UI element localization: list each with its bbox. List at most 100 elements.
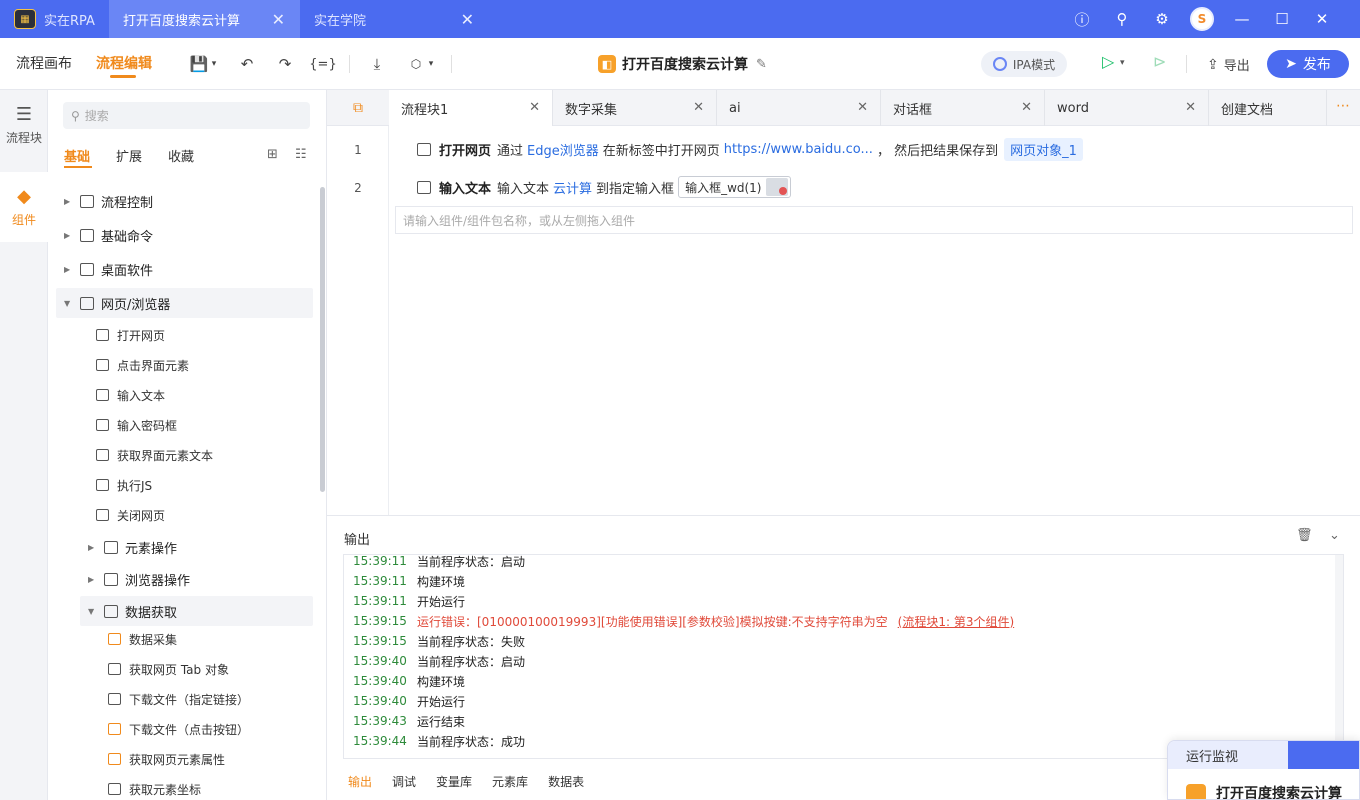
leaf-input-password[interactable]: 输入密码框 [96, 410, 316, 440]
leaf-get-element-coords[interactable]: 获取元素坐标 [108, 774, 328, 800]
download-icon[interactable]: ⤓ [366, 54, 388, 74]
publish-button[interactable]: ➤ 发布 [1267, 50, 1349, 78]
step-open-webpage[interactable]: 打开网页 通过 Edge浏览器 在新标签中打开网页 https://www.ba… [417, 138, 1083, 161]
step-input-text[interactable]: 输入文本 输入文本 云计算 到指定输入框 输入框_wd(1) [417, 176, 791, 198]
minimize-icon[interactable]: — [1222, 0, 1262, 38]
monitor-process: 打开百度搜索云计算 [1186, 783, 1342, 799]
step-browser-param[interactable]: Edge浏览器 [527, 140, 599, 159]
data-fetch-icon [104, 604, 118, 618]
avatar: S [1190, 7, 1214, 31]
search-icon: ⚲ [71, 108, 80, 123]
chevron-down-icon[interactable]: ▾ [208, 54, 220, 74]
ai-icon[interactable]: ⬡ [405, 54, 427, 74]
close-tab-icon[interactable]: ✕ [1021, 100, 1032, 115]
component-search-input[interactable]: ⚲ 搜索 [63, 102, 310, 129]
tree-item-data-fetch[interactable]: ▼ 数据获取 [80, 596, 313, 626]
log-message: 运行结束 [417, 714, 466, 729]
chevron-down-icon[interactable]: ▾ [425, 54, 437, 74]
debug-run-icon[interactable]: ⊳ [1153, 52, 1166, 71]
settings-icon[interactable]: ⚙ [1142, 0, 1182, 38]
app-tab[interactable]: ▦ 实在RPA [0, 0, 109, 38]
leaf-close-webpage[interactable]: 关闭网页 [96, 500, 316, 530]
tab-flow-block-1[interactable]: 流程块1 ✕ [389, 90, 553, 126]
tree-item-desktop-software[interactable]: ▶ 桌面软件 [56, 254, 313, 284]
leaf-download-link[interactable]: 下载文件（指定链接） [108, 684, 328, 714]
leaf-get-element-text[interactable]: 获取界面元素文本 [96, 440, 316, 470]
leaf-execute-js[interactable]: 执行JS [96, 470, 316, 500]
maximize-icon[interactable]: ☐ [1262, 0, 1302, 38]
tree-item-element-ops[interactable]: ▶ 元素操作 [80, 532, 313, 562]
step-result-variable[interactable]: 网页对象_1 [1004, 138, 1083, 161]
avatar-button[interactable]: S [1182, 0, 1222, 38]
rail-item-component[interactable]: ◆ 组件 [0, 172, 48, 242]
grid-view-icon[interactable]: ⊞ [267, 147, 278, 162]
more-tabs-icon[interactable]: ⋯ [1336, 98, 1350, 114]
tab-output[interactable]: 输出 [348, 773, 372, 790]
step-url-param[interactable]: https://www.baidu.co... [724, 142, 873, 157]
tab-ai[interactable]: ai ✕ [717, 90, 881, 126]
add-component-input[interactable]: 请输入组件/组件包名称，或从左侧拖入组件 [395, 206, 1353, 234]
tab-create-doc[interactable]: 创建文档 [1209, 90, 1327, 126]
step-text: 通过 [497, 144, 524, 159]
step-element-param[interactable]: 输入框_wd(1) [678, 176, 791, 198]
tree-item-browser-ops[interactable]: ▶ 浏览器操作 [80, 564, 313, 594]
leaf-get-tab-object[interactable]: 获取网页 Tab 对象 [108, 654, 328, 684]
redo-icon[interactable]: ↷ [274, 54, 296, 74]
run-monitor[interactable]: 运行监视 打开百度搜索云计算 [1167, 740, 1360, 800]
close-tab-icon[interactable]: ✕ [272, 10, 285, 29]
window-tab-academy[interactable]: 实在学院 ✕ [299, 0, 488, 38]
panel-scrollbar[interactable] [320, 187, 325, 492]
collapse-icon[interactable]: ⌄ [1329, 528, 1340, 543]
tab-digital-collect[interactable]: 数字采集 ✕ [553, 90, 717, 126]
leaf-data-collect[interactable]: 数据采集 [108, 624, 328, 654]
tab-elements[interactable]: 元素库 [492, 773, 528, 790]
window-tab-flow[interactable]: 打开百度搜索云计算 ✕ [109, 0, 299, 38]
tree-item-flow-control[interactable]: ▶ 流程控制 [56, 186, 313, 216]
tab-debug[interactable]: 调试 [392, 773, 416, 790]
close-tab-icon[interactable]: ✕ [529, 100, 540, 115]
close-tab-icon[interactable]: ✕ [693, 100, 704, 115]
log-row: 15:39:11 构建环境 [353, 571, 465, 591]
leaf-download-button[interactable]: 下载文件（点击按钮） [108, 714, 328, 744]
run-icon[interactable]: ▷ [1102, 52, 1114, 71]
export-button[interactable]: ⇪ 导出 [1207, 55, 1250, 75]
tab-basic[interactable]: 基础 [64, 146, 90, 165]
chevron-down-icon[interactable]: ▾ [1120, 58, 1125, 68]
close-tab-icon[interactable]: ✕ [1185, 100, 1196, 115]
error-location-link[interactable]: (流程块1: 第3个组件) [898, 613, 1015, 630]
tab-flow-canvas[interactable]: 流程画布 [16, 53, 72, 73]
tree-item-web-browser[interactable]: ▼ 网页/浏览器 [56, 288, 313, 318]
clear-log-icon[interactable]: 🗑 [1296, 528, 1313, 543]
log-scrollbar[interactable] [1335, 555, 1343, 758]
leaf-open-webpage[interactable]: 打开网页 [96, 320, 316, 350]
tab-word[interactable]: word ✕ [1045, 90, 1209, 126]
edit-pencil-icon[interactable]: ✎ [756, 57, 767, 72]
variable-icon[interactable]: {=} [309, 54, 336, 74]
save-icon[interactable]: 💾 [188, 54, 210, 74]
tree-item-basic-commands[interactable]: ▶ 基础命令 [56, 220, 313, 250]
leaf-input-text[interactable]: 输入文本 [96, 380, 316, 410]
log-time: 15:39:11 [353, 574, 407, 588]
rail-item-flow-block[interactable]: ☰ 流程块 [0, 90, 48, 160]
help-icon[interactable]: ⓘ [1062, 0, 1102, 38]
leaf-click-element[interactable]: 点击界面元素 [96, 350, 316, 380]
close-tab-icon[interactable]: ✕ [461, 10, 474, 29]
tab-variables[interactable]: 变量库 [436, 773, 472, 790]
search-icon[interactable]: ⚲ [1102, 0, 1142, 38]
tab-extension[interactable]: 扩展 [116, 146, 142, 165]
step-text-param[interactable]: 云计算 [553, 178, 592, 197]
flow-blocks-icon[interactable]: ⧉ [327, 90, 389, 126]
ipa-mode-toggle[interactable]: IPA模式 [981, 51, 1067, 77]
leaf-label: 输入文本 [117, 388, 166, 403]
close-tab-icon[interactable]: ✕ [857, 100, 868, 115]
tab-favorites[interactable]: 收藏 [168, 146, 194, 165]
undo-icon[interactable]: ↶ [236, 54, 258, 74]
tab-flow-edit[interactable]: 流程编辑 [96, 53, 152, 73]
leaf-get-element-attr[interactable]: 获取网页元素属性 [108, 744, 328, 774]
close-icon[interactable]: ✕ [1302, 0, 1342, 38]
leaf-label: 下载文件（指定链接） [129, 692, 250, 707]
list-view-icon[interactable]: ☷ [295, 147, 307, 162]
tab-data-table[interactable]: 数据表 [548, 773, 584, 790]
tab-dialog[interactable]: 对话框 ✕ [881, 90, 1045, 126]
component-panel: ⚲ 搜索 基础 扩展 收藏 ⊞ ☷ ▶ 流程控制 ▶ 基础命令 ▶ 桌面软件 ▼… [48, 90, 327, 800]
